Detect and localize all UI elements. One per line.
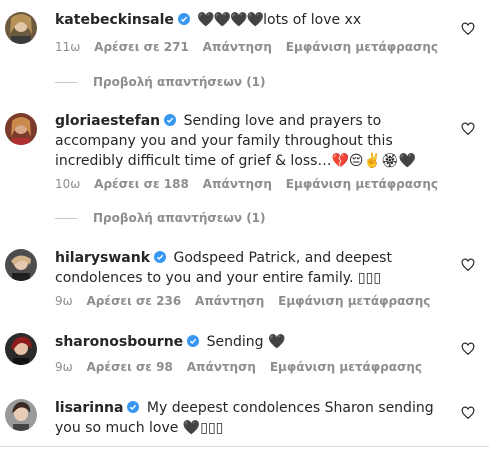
username[interactable]: hilaryswank (55, 250, 150, 266)
divider (55, 218, 77, 219)
heart-outline-icon[interactable] (461, 122, 475, 136)
heart-outline-icon[interactable] (461, 22, 475, 36)
likes-count[interactable]: Αρέσει σε 188 (94, 177, 189, 191)
view-replies-label[interactable]: Προβολή απαντήσεων (1) (93, 75, 266, 89)
divider (0, 446, 489, 447)
comment-meta: 9ω Αρέσει σε 98 Απάντηση Εμφάνιση μετάφρ… (55, 360, 432, 374)
comment-text: gloriaestefan Sending love and prayers t… (55, 111, 440, 171)
username[interactable]: lisarinna (55, 400, 123, 416)
translate-button[interactable]: Εμφάνιση μετάφρασης (286, 40, 438, 54)
avatar[interactable] (5, 249, 37, 281)
view-replies-button[interactable]: Προβολή απαντήσεων (1) (55, 211, 266, 225)
reply-button[interactable]: Απάντηση (203, 40, 272, 54)
reply-button[interactable]: Απάντηση (195, 294, 264, 308)
avatar[interactable] (5, 399, 37, 431)
reply-button[interactable]: Απάντηση (203, 177, 272, 191)
username[interactable]: sharonosbourne (55, 334, 183, 350)
verified-badge-icon (177, 13, 190, 25)
comment-emoji: 🖤🖤🖤🖤 (197, 12, 264, 28)
comment-text: sharonosbourne Sending 🖤 (55, 332, 440, 352)
comment-text: lisarinna My deepest condolences Sharon … (55, 398, 440, 438)
timestamp[interactable]: 9ω (55, 294, 73, 308)
avatar[interactable] (5, 113, 37, 145)
verified-badge-icon (154, 251, 167, 263)
translate-button[interactable]: Εμφάνιση μετάφρασης (286, 177, 438, 191)
comment-meta: 11ω Αρέσει σε 271 Απάντηση Εμφάνιση μετά… (55, 40, 448, 54)
username[interactable]: gloriaestefan (55, 113, 160, 129)
comment-body: Sending 🖤 (206, 334, 286, 350)
comment-text: katebeckinsale 🖤🖤🖤🖤lots of love xx (55, 10, 440, 30)
view-replies-label[interactable]: Προβολή απαντήσεων (1) (93, 211, 266, 225)
translate-button[interactable]: Εμφάνιση μετάφρασης (278, 294, 430, 308)
verified-badge-icon (127, 401, 140, 413)
heart-outline-icon[interactable] (461, 342, 475, 356)
verified-badge-icon (164, 114, 177, 126)
reply-button[interactable]: Απάντηση (187, 360, 256, 374)
likes-count[interactable]: Αρέσει σε 98 (87, 360, 173, 374)
comment-body: lots of love xx (263, 12, 362, 28)
timestamp[interactable]: 11ω (55, 40, 80, 54)
verified-badge-icon (187, 335, 200, 347)
comment-meta: 9ω Αρέσει σε 236 Απάντηση Εμφάνιση μετάφ… (55, 294, 440, 308)
comment-meta: 10ω Αρέσει σε 188 Απάντηση Εμφάνιση μετά… (55, 177, 448, 191)
comment-text: hilaryswank Godspeed Patrick, and deepes… (55, 248, 440, 288)
likes-count[interactable]: Αρέσει σε 271 (94, 40, 189, 54)
heart-outline-icon[interactable] (461, 258, 475, 272)
likes-count[interactable]: Αρέσει σε 236 (87, 294, 182, 308)
username[interactable]: katebeckinsale (55, 12, 174, 28)
avatar[interactable] (5, 12, 37, 44)
translate-button[interactable]: Εμφάνιση μετάφρασης (270, 360, 422, 374)
divider (55, 82, 77, 83)
avatar[interactable] (5, 333, 37, 365)
view-replies-button[interactable]: Προβολή απαντήσεων (1) (55, 75, 266, 89)
heart-outline-icon[interactable] (461, 406, 475, 420)
timestamp[interactable]: 9ω (55, 360, 73, 374)
timestamp[interactable]: 10ω (55, 177, 80, 191)
